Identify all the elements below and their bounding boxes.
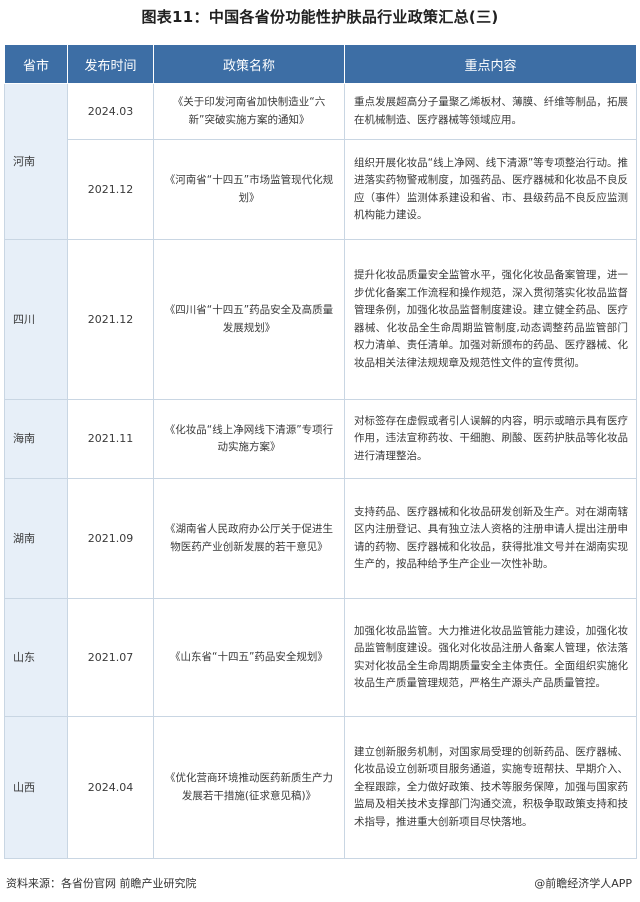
- table-row: 湖南 2021.09 《湖南省人民政府办公厅关于促进生物医药产业创新发展的若干意…: [4, 478, 637, 599]
- table-row: 海南 2021.11 《化妆品“线上净网线下清源”专项行动实施方案》 对标签存在…: [4, 399, 637, 479]
- province-cell: 山东: [4, 598, 68, 717]
- province-cell: 山西: [4, 716, 68, 859]
- table-row: 2021.12 《河南省“十四五”市场监管现代化规划》 组织开展化妆品“线上净网…: [5, 139, 637, 240]
- content-cell: 对标签存在虚假或者引人误解的内容，明示或暗示具有医疗作用，违法宣称药妆、干细胞、…: [344, 399, 637, 479]
- date-cell: 2024.03: [67, 83, 154, 140]
- policy-name-cell: 《河南省“十四五”市场监管现代化规划》: [153, 139, 345, 240]
- policy-table: 省市 发布时间 政策名称 重点内容 河南 2024.03 《关于印发河南省加快制…: [4, 44, 637, 859]
- policy-name-cell: 《湖南省人民政府办公厅关于促进生物医药产业创新发展的若干意见》: [153, 478, 345, 599]
- date-cell: 2021.12: [67, 239, 154, 400]
- content-cell: 提升化妆品质量安全监管水平，强化化妆品备案管理，进一步优化备案工作流程和操作规范…: [344, 239, 637, 400]
- content-cell: 建立创新服务机制，对国家局受理的创新药品、医疗器械、化妆品设立创新项目服务通道，…: [344, 716, 637, 859]
- date-cell: 2021.09: [67, 478, 154, 599]
- table-header-row: 省市 发布时间 政策名称 重点内容: [4, 44, 637, 84]
- table-row: 山东 2021.07 《山东省“十四五”药品安全规划》 加强化妆品监管。大力推进…: [4, 598, 637, 717]
- province-cell: 四川: [4, 239, 68, 400]
- table-row: 河南 2024.03 《关于印发河南省加快制造业“六新”突破实施方案的通知》 重…: [4, 83, 637, 240]
- date-cell: 2021.11: [67, 399, 154, 479]
- table-row: 四川 2021.12 《四川省“十四五”药品安全及高质量发展规划》 提升化妆品质…: [4, 239, 637, 400]
- policy-name-cell: 《四川省“十四五”药品安全及高质量发展规划》: [153, 239, 345, 400]
- date-cell: 2021.12: [67, 139, 154, 240]
- content-cell: 加强化妆品监管。大力推进化妆品监管能力建设，加强化妆品监管制度建设。强化对化妆品…: [344, 598, 637, 717]
- policy-name-cell: 《关于印发河南省加快制造业“六新”突破实施方案的通知》: [153, 83, 345, 140]
- province-cell: 河南: [4, 83, 68, 240]
- page-title: 图表11：中国各省份功能性护肤品行业政策汇总(三): [141, 8, 499, 26]
- table-row: 山西 2024.04 《优化营商环境推动医药新质生产力发展若干措施(征求意见稿)…: [4, 716, 637, 859]
- content-cell: 组织开展化妆品“线上净网、线下清源”等专项整治行动。推进落实药物警戒制度，加强药…: [344, 139, 637, 240]
- header-date: 发布时间: [67, 44, 154, 84]
- brand-label: @前瞻经济学人APP: [534, 877, 632, 890]
- province-cell: 海南: [4, 399, 68, 479]
- source-note: 资料来源：各省份官网 前瞻产业研究院: [6, 877, 197, 890]
- policy-name-cell: 《化妆品“线上净网线下清源”专项行动实施方案》: [153, 399, 345, 479]
- header-policy-name: 政策名称: [153, 44, 345, 84]
- content-cell: 重点发展超高分子量聚乙烯板材、薄膜、纤维等制品，拓展在机械制造、医疗器械等领域应…: [344, 83, 637, 140]
- policy-name-cell: 《优化营商环境推动医药新质生产力发展若干措施(征求意见稿)》: [153, 716, 345, 859]
- content-cell: 支持药品、医疗器械和化妆品研发创新及生产。对在湖南辖区内注册登记、具有独立法人资…: [344, 478, 637, 599]
- policy-name-cell: 《山东省“十四五”药品安全规划》: [153, 598, 345, 717]
- header-province: 省市: [4, 44, 68, 84]
- date-cell: 2024.04: [67, 716, 154, 859]
- province-cell: 湖南: [4, 478, 68, 599]
- date-cell: 2021.07: [67, 598, 154, 717]
- header-key-content: 重点内容: [344, 44, 637, 84]
